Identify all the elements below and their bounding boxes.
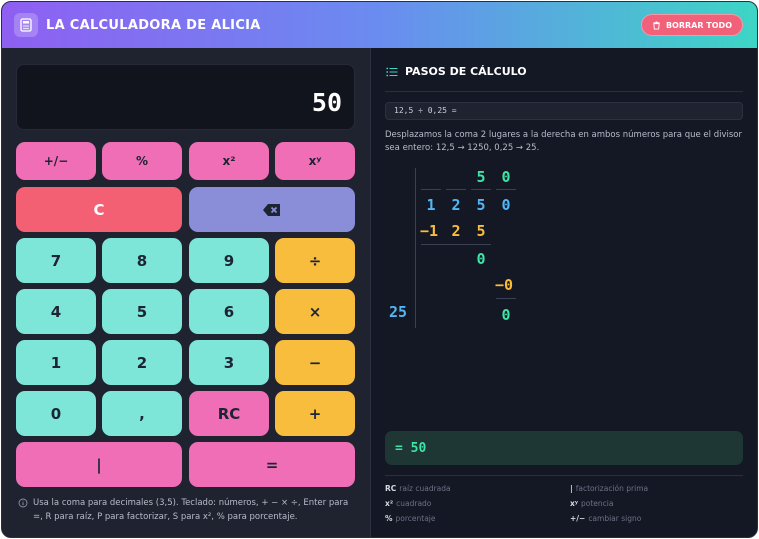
dividend-digit: 5 (476, 196, 486, 214)
key-7[interactable]: 7 (16, 238, 96, 283)
divide-button[interactable]: ÷ (275, 238, 355, 283)
equals-button[interactable]: = (189, 442, 355, 487)
quotient-line (421, 189, 441, 190)
key-4[interactable]: 4 (16, 289, 96, 334)
calculator-panel: 50 +/− % x² xʸ C 7 8 9 ÷ 4 5 6 × 1 2 3 −… (2, 48, 371, 537)
keyboard-hint: Usa la coma para decimales (3,5). Teclad… (18, 496, 358, 524)
clear-all-button[interactable]: BORRAR TODO (640, 14, 743, 36)
subtraction-line (421, 244, 491, 245)
display: 50 (16, 64, 355, 130)
legend-item: xʸ potencia (570, 499, 614, 508)
square-button[interactable]: x² (189, 142, 269, 180)
calculator-icon (14, 13, 38, 37)
key-6[interactable]: 6 (189, 289, 269, 334)
remainder: 0 (476, 250, 486, 268)
percent-button[interactable]: % (102, 142, 182, 180)
display-value: 50 (311, 88, 342, 117)
trash-icon (653, 20, 660, 30)
list-icon (386, 67, 398, 76)
subtraction-digit: −1 (419, 222, 439, 240)
subtraction-digit: 5 (476, 222, 486, 240)
divisor: 25 (388, 303, 408, 321)
hint-text: Usa la coma para decimales (3,5). Teclad… (33, 498, 349, 522)
legend-item: +/− cambiar signo (570, 514, 642, 523)
subtraction-line (496, 298, 516, 299)
plus-button[interactable]: + (275, 391, 355, 436)
backspace-button[interactable] (189, 187, 355, 232)
dividend-digit: 0 (501, 196, 511, 214)
subtraction-digit: 2 (451, 222, 461, 240)
legend-item: | factorización prima (570, 484, 649, 493)
legend-item: x² cuadrado (385, 499, 432, 508)
clear-button[interactable]: C (16, 187, 182, 232)
minus-button[interactable]: − (275, 340, 355, 385)
legend-item: % porcentaje (385, 514, 436, 523)
divider (385, 475, 743, 476)
brand: LA CALCULADORA DE ALICIA (14, 13, 261, 37)
final-result: = 50 (385, 431, 743, 465)
quotient-line (471, 189, 491, 190)
clear-all-label: BORRAR TODO (665, 20, 732, 30)
key-2[interactable]: 2 (102, 340, 182, 385)
square-root-button[interactable]: RC (189, 391, 269, 436)
dividend-digit: 2 (451, 196, 461, 214)
info-icon (18, 498, 28, 508)
comma-button[interactable]: , (102, 391, 182, 436)
key-0[interactable]: 0 (16, 391, 96, 436)
factorize-button[interactable]: | (16, 442, 182, 487)
dividend-digit: 1 (426, 196, 436, 214)
key-5[interactable]: 5 (102, 289, 182, 334)
key-8[interactable]: 8 (102, 238, 182, 283)
quotient-digit: 0 (501, 168, 511, 186)
quotient-digit: 5 (476, 168, 486, 186)
sign-button[interactable]: +/− (16, 142, 96, 180)
key-1[interactable]: 1 (16, 340, 96, 385)
power-button[interactable]: xʸ (275, 142, 355, 180)
steps-header: PASOS DE CÁLCULO (386, 65, 527, 78)
multiply-button[interactable]: × (275, 289, 355, 334)
legend-item: RC raíz cuadrada (385, 484, 451, 493)
calculator-app: LA CALCULADORA DE ALICIA BORRAR TODO 50 … (1, 1, 758, 538)
quotient-line (496, 189, 516, 190)
backspace-icon (263, 203, 280, 216)
subtraction-digit: −0 (494, 276, 514, 294)
remainder: 0 (501, 306, 511, 324)
steps-panel: PASOS DE CÁLCULO 12,5 ÷ 0,25 = Desplazam… (371, 48, 757, 537)
step-explanation: Desplazamos la coma 2 lugares a la derec… (385, 130, 742, 153)
step-expression: 12,5 ÷ 0,25 = (385, 102, 743, 120)
app-header: LA CALCULADORA DE ALICIA BORRAR TODO (2, 2, 757, 48)
app-title: LA CALCULADORA DE ALICIA (46, 17, 261, 33)
long-division: 25 5 0 1 2 5 0 −1 2 5 0 −0 0 (371, 168, 571, 338)
steps-title: PASOS DE CÁLCULO (405, 65, 527, 78)
key-9[interactable]: 9 (189, 238, 269, 283)
quotient-line (446, 189, 466, 190)
divider (385, 91, 743, 92)
division-bar (415, 168, 416, 328)
key-3[interactable]: 3 (189, 340, 269, 385)
